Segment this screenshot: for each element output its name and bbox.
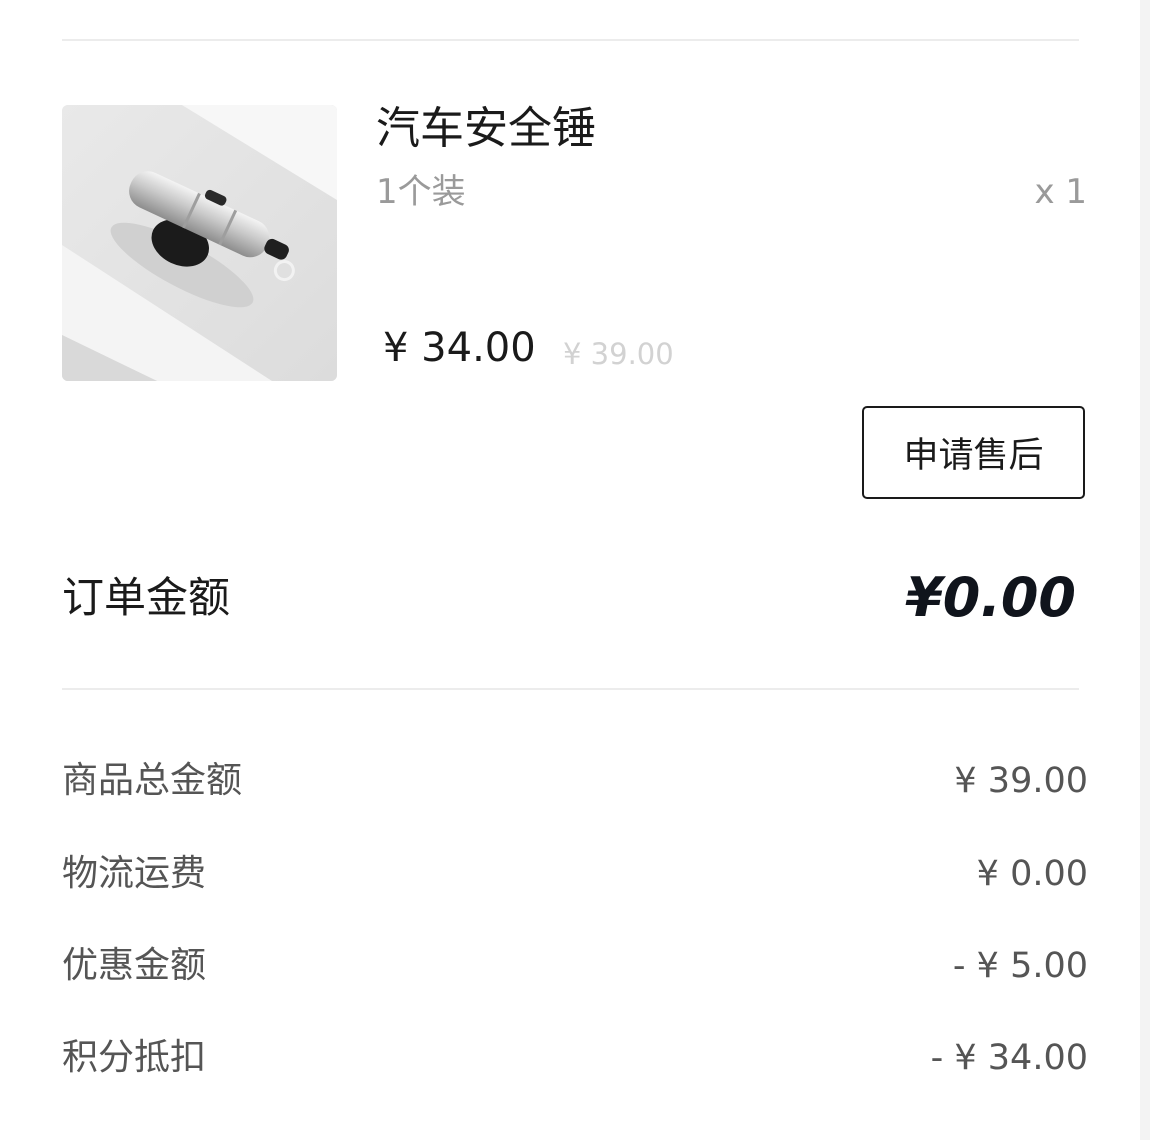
product-image[interactable] (62, 105, 337, 381)
discount-value: - ¥ 5.00 (952, 946, 1088, 986)
order-amount-label: 订单金额 (62, 573, 231, 622)
points-deduction-value: - ¥ 34.00 (930, 1038, 1088, 1078)
top-divider (62, 39, 1079, 41)
shipping-fee-label: 物流运费 (62, 853, 207, 894)
summary-divider (62, 688, 1079, 690)
points-deduction-label: 积分抵扣 (62, 1037, 207, 1078)
product-price: ¥ 34.00 (383, 325, 536, 371)
right-edge-strip (1140, 0, 1150, 1140)
discount-label: 优惠金额 (62, 945, 207, 986)
goods-total-value: ¥ 39.00 (954, 761, 1088, 801)
order-amount-value: ¥0.00 (905, 566, 1076, 629)
apply-after-sale-button[interactable]: 申请售后 (862, 406, 1085, 499)
product-name: 汽车安全锤 (376, 103, 596, 154)
shipping-fee-value: ¥ 0.00 (976, 854, 1088, 894)
product-spec: 1个装 (376, 172, 466, 212)
product-original-price: ¥ 39.00 (563, 337, 674, 371)
car-safety-hammer-icon (62, 105, 337, 381)
product-quantity: x 1 (1034, 172, 1087, 212)
goods-total-label: 商品总金额 (62, 760, 243, 801)
